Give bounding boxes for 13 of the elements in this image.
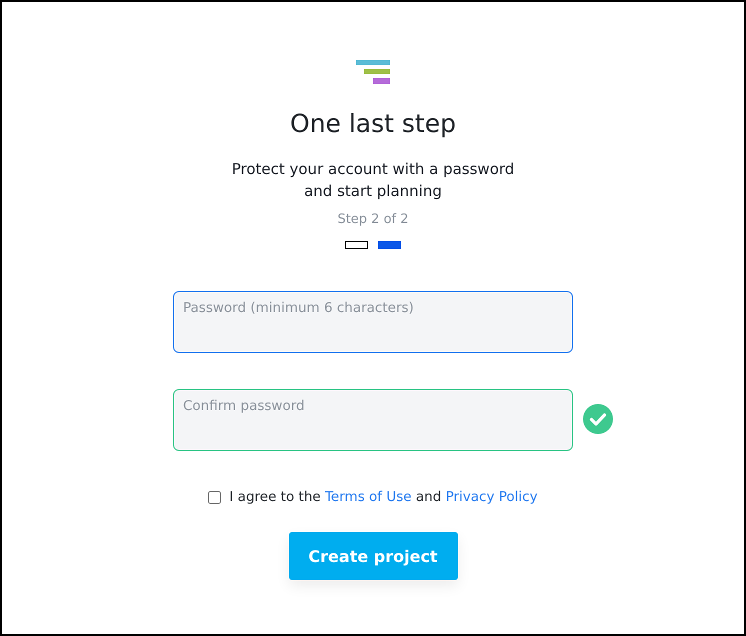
subtitle-text: and start planning — [303, 181, 443, 202]
agreement-text: I agree to the Terms of Use and Privacy Policy — [229, 489, 538, 505]
agree-checkbox[interactable] — [208, 490, 222, 504]
password-field[interactable]: Password (minimum 6 characters) — [173, 291, 573, 353]
policy-link[interactable]: Terms of Use — [324, 489, 412, 505]
check-icon — [583, 404, 613, 434]
page-title: One last step — [290, 108, 456, 140]
password-field[interactable]: Confirm password — [173, 389, 573, 451]
step-label: Step 2 of 2 — [337, 211, 409, 229]
create-project-button[interactable]: Create project — [288, 532, 458, 580]
subtitle-text: Protect your account with a password — [232, 159, 514, 180]
policy-link[interactable]: Privacy Policy — [446, 489, 538, 505]
logo-icon — [356, 60, 390, 84]
